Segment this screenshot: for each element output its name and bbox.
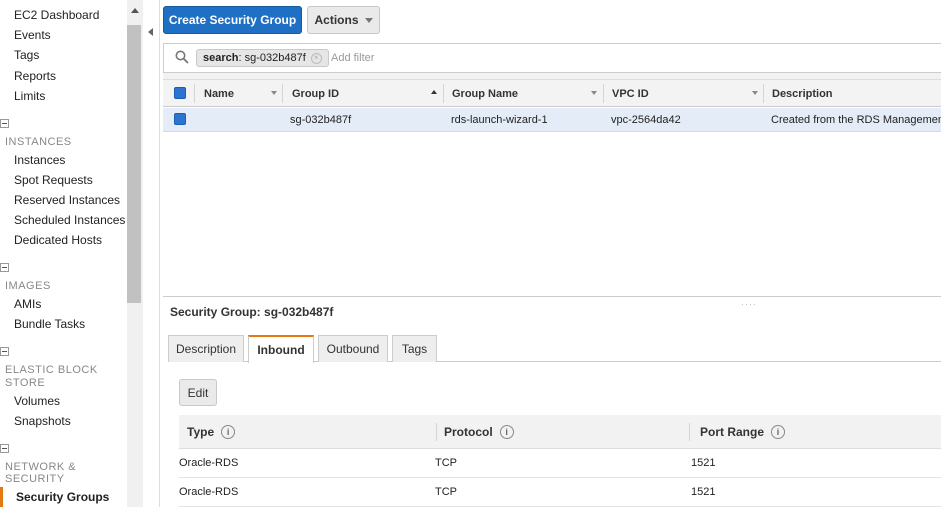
tab-outbound[interactable]: Outbound [318,335,388,362]
column-header-name[interactable]: Name [196,80,281,107]
row-checkbox[interactable] [174,113,186,125]
nav-snapshots[interactable]: Snapshots [14,414,71,428]
sort-arrow-icon[interactable] [591,91,597,95]
rule-type: Oracle-RDS [179,457,239,469]
cell-description: Created from the RDS Management [771,113,941,126]
pane-splitter[interactable] [163,296,941,297]
collapse-instances-icon[interactable] [0,119,9,128]
add-filter-input[interactable] [329,50,533,66]
edit-rules-button[interactable]: Edit [179,379,217,406]
column-header-group-name-label: Group Name [452,87,519,100]
section-heading-ebs-line1: ELASTIC BLOCK [5,364,98,376]
column-header-group-id[interactable]: Group ID [284,80,442,107]
rules-column-type: Type i [187,415,236,448]
rule-port-range: 1521 [691,486,716,498]
table-header: Name Group ID Group Name VPC ID Descript… [163,79,941,107]
clear-filter-icon[interactable]: × [310,52,322,64]
nav-dedicated-hosts[interactable]: Dedicated Hosts [14,233,102,247]
column-header-group-id-label: Group ID [292,87,340,100]
collapse-ebs-icon[interactable] [0,347,9,356]
filter-token-key: search [203,52,239,64]
section-heading-network-line2: SECURITY [5,473,65,485]
nav-reports[interactable]: Reports [14,69,56,83]
active-nav-indicator [0,487,3,507]
info-icon[interactable]: i [499,424,514,439]
nav-tags[interactable]: Tags [14,48,39,62]
rules-column-type-label: Type [187,424,215,439]
rule-protocol: TCP [435,486,457,498]
cell-group-name: rds-launch-wizard-1 [451,113,548,126]
rules-column-protocol-label: Protocol [444,424,493,439]
search-icon [175,50,189,64]
rules-table-header: Type i Protocol i Port Range i [179,415,941,449]
nav-reserved-instances[interactable]: Reserved Instances [14,193,120,207]
section-heading-ebs-line2: STORE [5,377,46,389]
column-header-vpc-id-label: VPC ID [612,87,649,100]
sidebar-collapse-strip[interactable] [143,0,160,507]
actions-button[interactable]: Actions [307,6,380,34]
sort-arrow-icon[interactable] [271,91,277,95]
rule-protocol: TCP [435,457,457,469]
select-all-checkbox[interactable] [174,87,186,99]
sort-ascending-icon[interactable] [431,90,437,94]
rule-port-range: 1521 [691,457,716,469]
info-icon[interactable]: i [771,424,786,439]
column-header-name-label: Name [204,87,234,100]
column-divider [282,84,283,103]
section-heading-instances: INSTANCES [5,136,72,148]
column-header-group-name[interactable]: Group Name [444,80,602,107]
chevron-down-icon [364,17,373,23]
detail-pane-title: Security Group: sg-032b487f [170,305,334,319]
table-row[interactable]: sg-032b487f rds-launch-wizard-1 vpc-2564… [163,108,941,132]
column-divider [194,84,195,103]
drag-handle-icon[interactable]: ···· [741,299,757,309]
collapse-network-icon[interactable] [0,444,9,453]
cell-group-id: sg-032b487f [290,113,352,126]
filter-token-value: : sg-032b487f [238,52,306,64]
info-icon[interactable]: i [221,424,236,439]
nav-limits[interactable]: Limits [14,89,45,103]
tab-description[interactable]: Description [168,335,244,362]
nav-security-groups[interactable]: Security Groups [16,490,109,504]
rules-column-port-range-label: Port Range [700,424,765,439]
nav-bundle-tasks[interactable]: Bundle Tasks [14,317,85,331]
rules-column-protocol: Protocol i [444,415,514,448]
scroll-up-arrow-icon[interactable] [131,8,139,13]
section-heading-network-line1: NETWORK & [5,461,77,473]
column-header-description-label: Description [772,87,833,100]
nav-volumes[interactable]: Volumes [14,394,60,408]
rules-column-port-range: Port Range i [700,415,786,448]
nav-scheduled-instances[interactable]: Scheduled Instances [14,213,125,227]
nav-spot-requests[interactable]: Spot Requests [14,173,93,187]
column-header-vpc-id[interactable]: VPC ID [604,80,762,107]
column-divider [436,423,437,441]
section-heading-images: IMAGES [5,280,51,292]
tab-tags[interactable]: Tags [392,335,437,362]
collapse-images-icon[interactable] [0,263,9,272]
sidebar-scrollbar-thumb[interactable] [127,25,141,303]
actions-button-label: Actions [314,13,359,27]
column-divider [689,423,690,441]
nav-instances[interactable]: Instances [14,153,65,167]
cell-vpc-id: vpc-2564da42 [611,113,681,126]
rule-type: Oracle-RDS [179,486,239,498]
sort-arrow-icon[interactable] [752,91,758,95]
rule-row: Oracle-RDS TCP 1521 [179,478,941,507]
create-security-group-button[interactable]: Create Security Group [163,6,302,34]
filter-token[interactable]: search : sg-032b487f × [196,49,329,67]
tab-inbound[interactable]: Inbound [248,335,314,363]
collapse-left-arrow-icon[interactable] [148,28,153,36]
nav-amis[interactable]: AMIs [14,297,41,311]
column-header-description[interactable]: Description [764,80,941,107]
rule-row: Oracle-RDS TCP 1521 [179,449,941,478]
nav-ec2-dashboard[interactable]: EC2 Dashboard [14,8,99,22]
nav-events[interactable]: Events [14,28,51,42]
ec2-sidebar: EC2 Dashboard Events Tags Reports Limits… [0,0,127,507]
